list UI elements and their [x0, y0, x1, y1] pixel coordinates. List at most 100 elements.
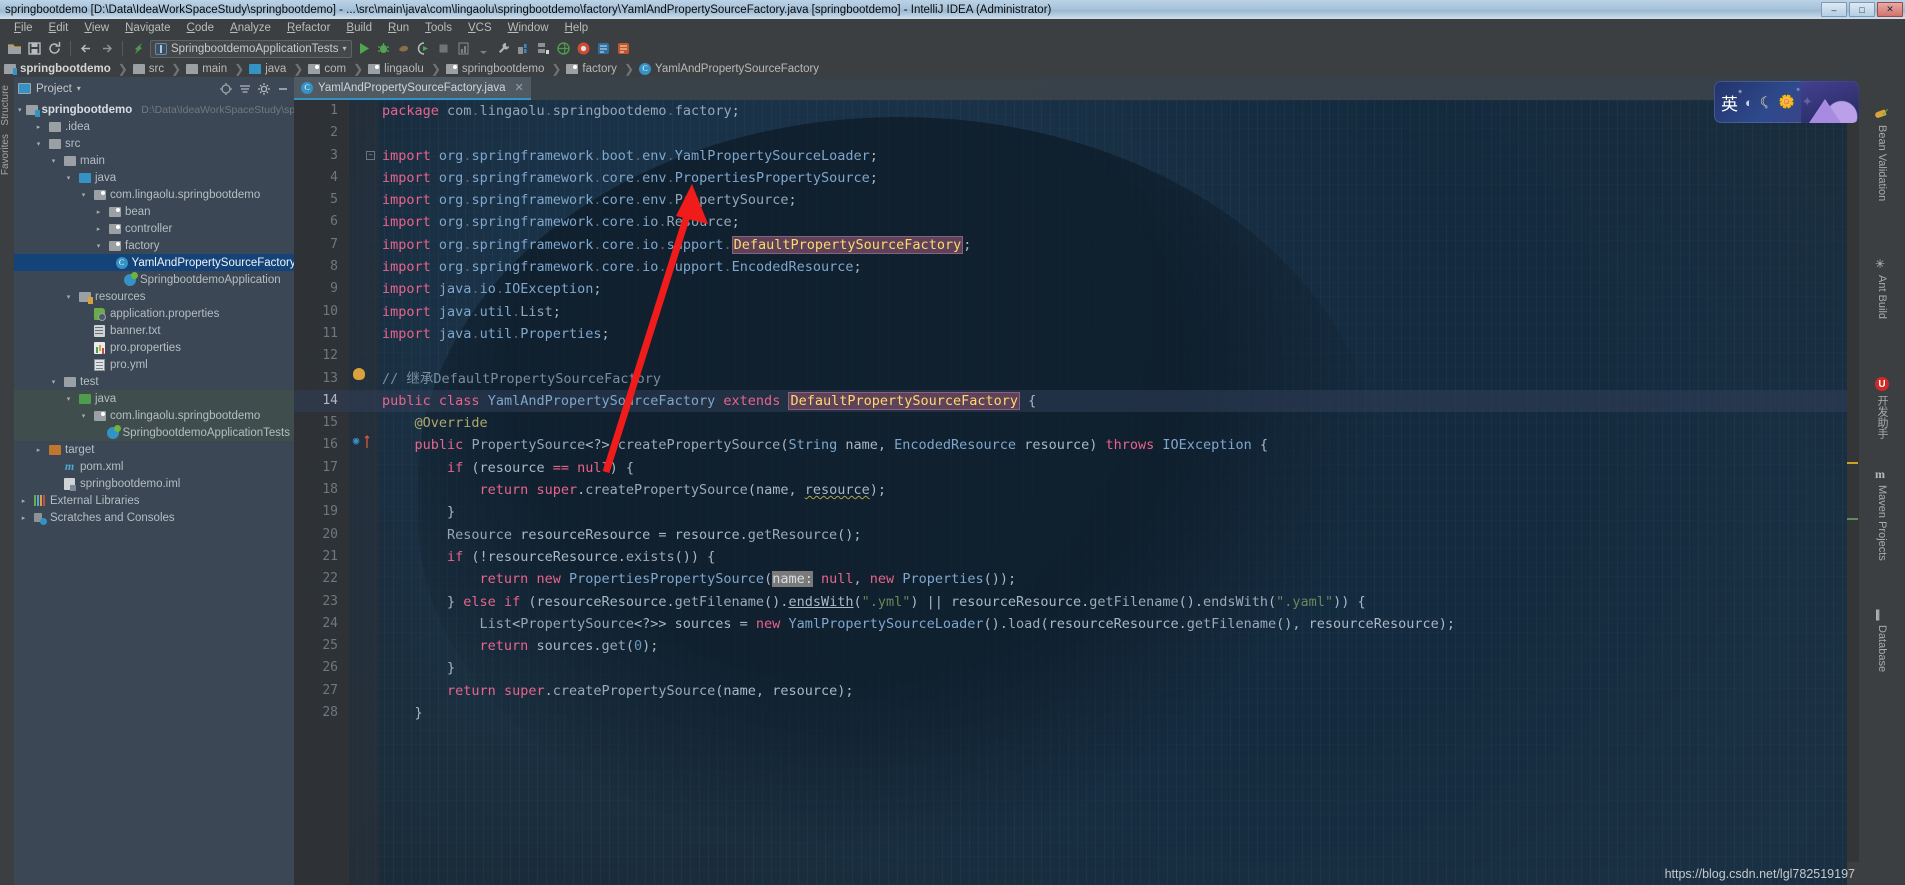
attach-icon[interactable] — [475, 40, 492, 57]
db1-icon[interactable] — [595, 40, 612, 57]
modules-icon[interactable] — [515, 40, 532, 57]
code-line-27[interactable]: 27 return super.createPropertySource(nam… — [294, 680, 1847, 702]
code-line-17[interactable]: 17 if (resource == null) { — [294, 457, 1847, 479]
chevron-right-icon[interactable]: ▸ — [18, 497, 29, 505]
tab-yamlandpropertysourcefactory[interactable]: C YamlAndPropertySourceFactory.java ✕ — [294, 77, 531, 100]
tree-item-bean[interactable]: ▸ bean — [14, 203, 294, 220]
code-line-11[interactable]: 11 import java.util.Properties; — [294, 323, 1847, 345]
code-line-18[interactable]: 18 return super.createPropertySource(nam… — [294, 479, 1847, 501]
tree-item-pom-xml[interactable]: ▸mpom.xml — [14, 458, 294, 475]
tree-item-yamlandpropertysourcefactory[interactable]: ▸CYamlAndPropertySourceFactory — [14, 254, 294, 271]
db2-icon[interactable] — [615, 40, 632, 57]
maximize-button[interactable]: □ — [1849, 2, 1875, 17]
menu-vcs[interactable]: VCS — [468, 22, 492, 34]
breadcrumb-item-springbootdemo[interactable]: springbootdemo ❯ — [4, 62, 133, 76]
code-line-8[interactable]: 8 import org.springframework.core.io.supp… — [294, 256, 1847, 278]
ime-emoji-icon[interactable]: 🌼 — [1779, 94, 1795, 110]
warning-stripe-mark[interactable] — [1847, 462, 1858, 464]
info-stripe-mark[interactable] — [1847, 518, 1858, 520]
code-line-5[interactable]: 5 import org.springframework.core.env.Pro… — [294, 189, 1847, 211]
chevron-down-icon[interactable]: ▾ — [343, 44, 347, 53]
tree-item-java[interactable]: ▾ java — [14, 390, 294, 407]
menu-edit[interactable]: Edit — [49, 22, 69, 34]
tool-window-bean-validation[interactable]: Bean Validation — [1859, 106, 1905, 201]
editor-scrollbar[interactable] — [1847, 100, 1859, 862]
code-line-24[interactable]: 24 List<PropertySource<?>> sources = new… — [294, 613, 1847, 635]
sidebar-item-structure[interactable]: Structure — [0, 85, 14, 126]
tree-item-pro-yml[interactable]: ▸pro.yml — [14, 356, 294, 373]
breadcrumb-item-java[interactable]: java ❯ — [249, 62, 308, 76]
locate-icon[interactable] — [219, 82, 233, 96]
rerun-icon[interactable] — [415, 40, 432, 57]
tree-item-external-libraries[interactable]: ▸ External Libraries — [14, 492, 294, 509]
close-icon[interactable]: ✕ — [515, 81, 524, 94]
minimize-panel-icon[interactable] — [276, 82, 290, 96]
forward-icon[interactable] — [98, 40, 115, 57]
chrome-icon[interactable] — [575, 40, 592, 57]
chevron-right-icon[interactable]: ▸ — [93, 208, 104, 216]
code-line-12[interactable]: 12 — [294, 345, 1847, 367]
sync-icon[interactable] — [46, 40, 63, 57]
tree-item-springbootdemoapplication[interactable]: ▸SpringbootdemoApplication — [14, 271, 294, 288]
close-button[interactable]: ✕ — [1877, 2, 1903, 17]
chevron-down-icon[interactable]: ▾ — [78, 191, 89, 199]
menu-run[interactable]: Run — [388, 22, 409, 34]
code-line-19[interactable]: 19 } — [294, 501, 1847, 523]
code-line-16[interactable]: 16 ◉ public PropertySource<?> createPrope… — [294, 434, 1847, 456]
tool-window-开发助手[interactable]: U 开发助手 — [1859, 377, 1905, 439]
chevron-down-icon[interactable]: ▾ — [78, 412, 89, 420]
tree-item-factory[interactable]: ▾ factory — [14, 237, 294, 254]
code-line-20[interactable]: 20 Resource resourceResource = resource.… — [294, 524, 1847, 546]
tree-item-src[interactable]: ▾ src — [14, 135, 294, 152]
ime-halfwidth-icon[interactable]: ◐ — [1745, 95, 1753, 110]
tree-item-target[interactable]: ▸ target — [14, 441, 294, 458]
menu-file[interactable]: File — [14, 22, 33, 34]
tree-item-springbootdemo-iml[interactable]: ▸springbootdemo.iml — [14, 475, 294, 492]
breadcrumb-item-src[interactable]: src ❯ — [132, 62, 186, 76]
chevron-down-icon[interactable]: ▾ — [63, 174, 74, 182]
run-icon[interactable] — [355, 40, 372, 57]
tree-item-com-lingaolu-springbootdemo[interactable]: ▾ com.lingaolu.springbootdemo — [14, 407, 294, 424]
tree-item-com-lingaolu-springbootdemo[interactable]: ▾ com.lingaolu.springbootdemo — [14, 186, 294, 203]
overriding-method-icon[interactable]: ◉ — [349, 434, 363, 448]
menu-window[interactable]: Window — [508, 22, 549, 34]
stop-icon[interactable] — [435, 40, 452, 57]
code-line-2[interactable]: 2 — [294, 122, 1847, 144]
code-line-1[interactable]: 1 package com.lingaolu.springbootdemo.fac… — [294, 100, 1847, 122]
menu-tools[interactable]: Tools — [425, 22, 452, 34]
tree-item-springbootdemoapplicationtests[interactable]: ▸SpringbootdemoApplicationTests — [14, 424, 294, 441]
menu-code[interactable]: Code — [187, 22, 215, 34]
structure-icon[interactable] — [535, 40, 552, 57]
run-configuration-selector[interactable]: SpringbootdemoApplicationTests ▾ — [150, 39, 352, 58]
back-icon[interactable] — [78, 40, 95, 57]
code-editor[interactable]: 1 package com.lingaolu.springbootdemo.fac… — [294, 100, 1847, 885]
code-line-25[interactable]: 25 return sources.get(0); — [294, 635, 1847, 657]
breadcrumb-item-lingaolu[interactable]: lingaolu ❯ — [368, 62, 446, 76]
chevron-right-icon[interactable]: ▸ — [33, 123, 44, 131]
tree-item-resources[interactable]: ▾ resources — [14, 288, 294, 305]
tree-item-test[interactable]: ▾ test — [14, 373, 294, 390]
code-lines[interactable]: 1 package com.lingaolu.springbootdemo.fac… — [294, 100, 1847, 885]
tree-item-banner-txt[interactable]: ▸banner.txt — [14, 322, 294, 339]
code-line-13[interactable]: 13 // 继承DefaultPropertySourceFactory — [294, 367, 1847, 390]
code-line-28[interactable]: 28 } — [294, 702, 1847, 724]
intention-bulb-icon[interactable] — [353, 367, 365, 380]
code-line-23[interactable]: 23 } else if (resourceResource.getFilena… — [294, 591, 1847, 613]
chevron-down-icon[interactable]: ▾ — [93, 242, 104, 250]
chevron-down-icon[interactable]: ▾ — [18, 106, 22, 114]
code-line-9[interactable]: 9 import java.io.IOException; — [294, 278, 1847, 300]
save-all-icon[interactable] — [26, 40, 43, 57]
menu-help[interactable]: Help — [565, 22, 589, 34]
menu-navigate[interactable]: Navigate — [125, 22, 170, 34]
tree-item-java[interactable]: ▾ java — [14, 169, 294, 186]
tool-window-database[interactable]: ||| Database — [1859, 607, 1905, 672]
web-icon[interactable] — [555, 40, 572, 57]
chevron-down-icon[interactable]: ▾ — [63, 395, 74, 403]
tree-item-scratches-and-consoles[interactable]: ▸ Scratches and Consoles — [14, 509, 294, 526]
chevron-down-icon[interactable]: ▾ — [77, 84, 81, 93]
tree-item-main[interactable]: ▾ main — [14, 152, 294, 169]
chevron-down-icon[interactable]: ▾ — [48, 378, 59, 386]
tree-item-springbootdemo[interactable]: ▾ springbootdemo D:\Data\IdeaWorkSpaceStud… — [14, 101, 294, 118]
tool-window-maven-projects[interactable]: m Maven Projects — [1859, 467, 1905, 561]
run-with-coverage-icon[interactable] — [395, 40, 412, 57]
